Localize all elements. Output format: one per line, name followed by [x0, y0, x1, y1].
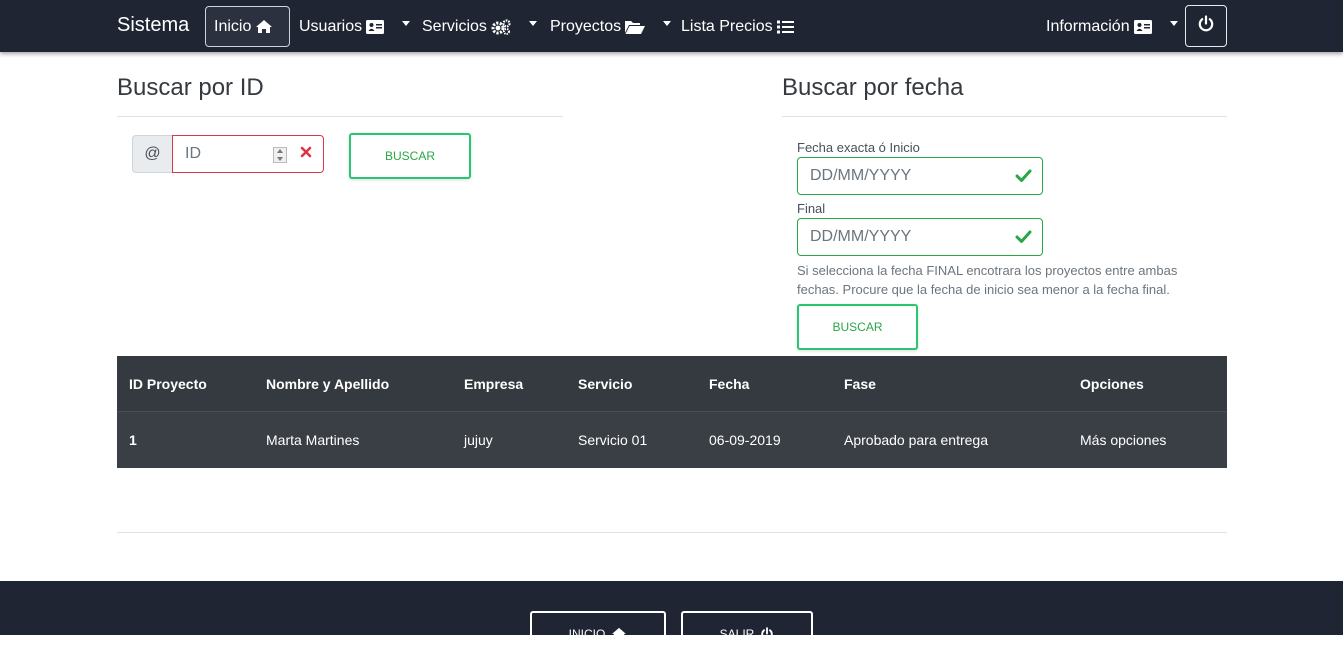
footer-inicio-button[interactable]: INICIO — [530, 611, 666, 651]
nav-informacion-label: Información — [1046, 17, 1130, 35]
list-icon — [776, 20, 794, 34]
folder-open-icon — [625, 20, 646, 34]
cogs-icon — [491, 18, 511, 35]
valid-check-icon — [1015, 229, 1032, 249]
logout-button[interactable] — [1185, 5, 1227, 47]
nav-lista-precios-label: Lista Precios — [681, 17, 773, 35]
search-date-button[interactable]: BUSCAR — [797, 304, 918, 350]
end-date-placeholder: DD/MM/YYYY — [810, 228, 912, 245]
cell-servicio: Servicio 01 — [578, 432, 648, 448]
footer: INICIO SALIR — [0, 581, 1343, 651]
header-empresa: Empresa — [464, 376, 524, 392]
divider — [782, 116, 1227, 117]
chevron-down-icon — [528, 21, 537, 26]
invalid-x-icon — [299, 145, 313, 164]
table-header-row: ID Proyecto Nombre y Apellido Empresa Se… — [117, 356, 1227, 412]
nav-proyectos[interactable]: Proyectos — [550, 6, 672, 47]
cell-fecha: 06-09-2019 — [709, 432, 781, 448]
nav-inicio-label: Inicio — [214, 17, 252, 35]
header-opciones: Opciones — [1080, 376, 1144, 392]
search-id-title: Buscar por ID — [117, 74, 264, 101]
search-date-title: Buscar por fecha — [782, 74, 964, 101]
start-date-label: Fecha exacta ó Inicio — [797, 140, 920, 155]
valid-check-icon — [1015, 168, 1032, 188]
home-icon — [611, 627, 627, 643]
divider — [117, 116, 563, 117]
divider — [117, 532, 1227, 533]
header-nombre: Nombre y Apellido — [266, 376, 390, 392]
projects-table: ID Proyecto Nombre y Apellido Empresa Se… — [117, 356, 1227, 468]
search-id-group: @ ID — [132, 135, 324, 173]
brand[interactable]: Sistema — [117, 14, 189, 37]
id-placeholder: ID — [185, 145, 201, 162]
cell-fase: Aprobado para entrega — [844, 432, 988, 448]
date-help-text: Si selecciona la fecha FINAL encotrara l… — [797, 263, 1178, 297]
power-icon — [760, 627, 774, 644]
nav-inicio[interactable]: Inicio — [205, 6, 290, 47]
cell-nombre: Marta Martines — [266, 432, 360, 448]
nav-usuarios-label: Usuarios — [299, 17, 363, 35]
nav-usuarios[interactable]: Usuarios — [299, 6, 411, 47]
footer-salir-label: SALIR — [719, 627, 755, 641]
footer-salir-button[interactable]: SALIR — [681, 611, 813, 651]
mas-opciones-link[interactable]: Más opciones — [1080, 412, 1166, 468]
number-stepper[interactable] — [273, 147, 287, 163]
id-card-icon — [366, 19, 385, 34]
chevron-down-icon — [402, 21, 411, 26]
header-id-proyecto: ID Proyecto — [129, 376, 207, 392]
nav-servicios[interactable]: Servicios — [422, 6, 537, 47]
nav-proyectos-label: Proyectos — [550, 17, 622, 35]
home-icon — [255, 19, 273, 34]
end-date-input[interactable]: DD/MM/YYYY — [797, 218, 1043, 256]
id-input[interactable]: ID — [172, 135, 324, 173]
chevron-down-icon — [1169, 21, 1178, 26]
navbar: Sistema Inicio Usuarios Servicios Proyec… — [0, 0, 1343, 52]
cell-empresa: jujuy — [464, 432, 493, 448]
footer-inicio-label: INICIO — [568, 627, 606, 641]
nav-informacion[interactable]: Información — [1046, 6, 1178, 47]
power-icon — [1197, 14, 1215, 38]
header-servicio: Servicio — [578, 376, 633, 392]
nav-lista-precios[interactable]: Lista Precios — [681, 6, 794, 47]
table-row: 1 Marta Martines jujuy Servicio 01 06-09… — [117, 412, 1227, 468]
id-card-icon — [1133, 19, 1152, 34]
chevron-down-icon — [663, 21, 672, 26]
cell-id: 1 — [129, 432, 137, 448]
start-date-input[interactable]: DD/MM/YYYY — [797, 157, 1043, 195]
header-fecha: Fecha — [709, 376, 750, 392]
header-fase: Fase — [844, 376, 876, 392]
end-date-label: Final — [797, 201, 826, 216]
nav-servicios-label: Servicios — [422, 17, 487, 35]
at-addon: @ — [132, 135, 172, 173]
search-id-button[interactable]: BUSCAR — [349, 133, 471, 179]
start-date-placeholder: DD/MM/YYYY — [810, 167, 912, 184]
